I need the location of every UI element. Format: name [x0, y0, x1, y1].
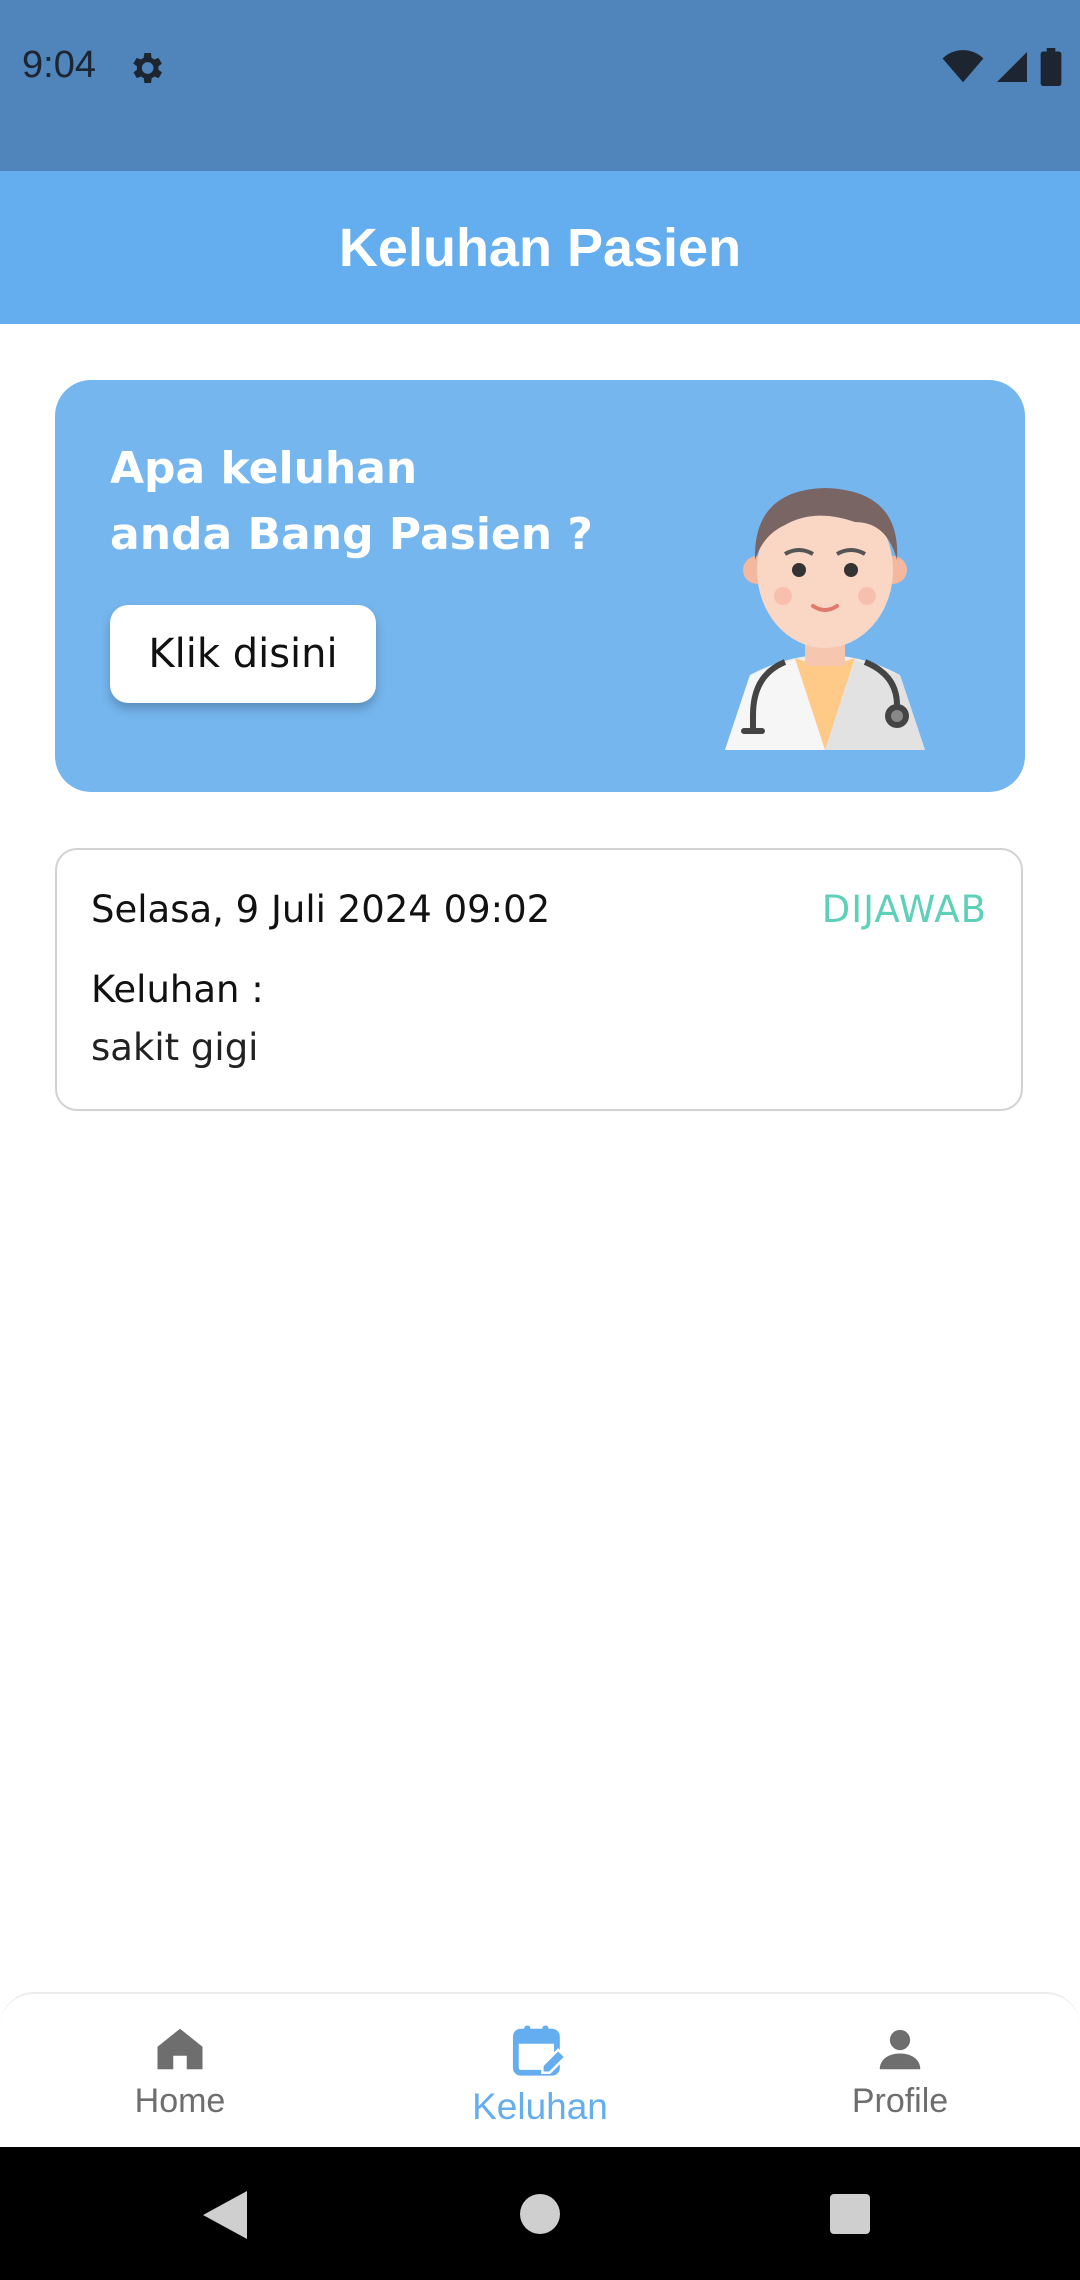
status-bar: 9:04	[0, 0, 1080, 171]
gear-icon	[133, 53, 162, 83]
doctor-illustration	[725, 488, 925, 750]
complaint-date: Selasa, 9 Juli 2024 09:02	[91, 888, 551, 931]
status-badge: DIJAWAB	[821, 888, 987, 931]
nav-item-profile[interactable]: Profile	[780, 1994, 1020, 2149]
nav-label-home: Home	[134, 2082, 226, 2120]
page-title: Keluhan Pasien	[338, 217, 742, 278]
nav-item-keluhan[interactable]: Keluhan	[420, 1994, 660, 2149]
status-time: 9:04	[22, 44, 96, 86]
nav-label-profile: Profile	[851, 2082, 949, 2120]
recents-square-icon[interactable]	[829, 2193, 871, 2235]
system-navigation-bar	[0, 2147, 1080, 2280]
bottom-navigation: Home Keluhan Profile	[0, 1992, 1080, 2149]
nav-label-keluhan: Keluhan	[472, 2086, 608, 2127]
click-here-button[interactable]: Klik disini	[110, 605, 376, 703]
home-circle-icon[interactable]	[519, 2193, 561, 2235]
signal-icon	[997, 52, 1027, 82]
banner-line-2: anda Bang Pasien ?	[110, 509, 593, 560]
complaint-text: sakit gigi	[91, 1026, 259, 1069]
banner-line-1: Apa keluhan	[110, 443, 418, 494]
banner-text: Apa keluhan anda Bang Pasien ?	[110, 436, 670, 568]
home-icon	[157, 2028, 203, 2070]
complaint-banner: Apa keluhan anda Bang Pasien ? Klik disi…	[55, 380, 1025, 792]
wifi-icon	[942, 50, 984, 83]
nav-item-home[interactable]: Home	[60, 1994, 300, 2149]
app-bar: Keluhan Pasien	[0, 171, 1080, 324]
calendar-edit-icon	[512, 2025, 568, 2076]
battery-icon	[1040, 48, 1062, 86]
back-icon[interactable]	[203, 2191, 247, 2239]
complaint-card[interactable]: Selasa, 9 Juli 2024 09:02 DIJAWAB Keluha…	[55, 848, 1023, 1111]
complaint-label: Keluhan :	[91, 968, 264, 1011]
person-icon	[879, 2029, 921, 2070]
